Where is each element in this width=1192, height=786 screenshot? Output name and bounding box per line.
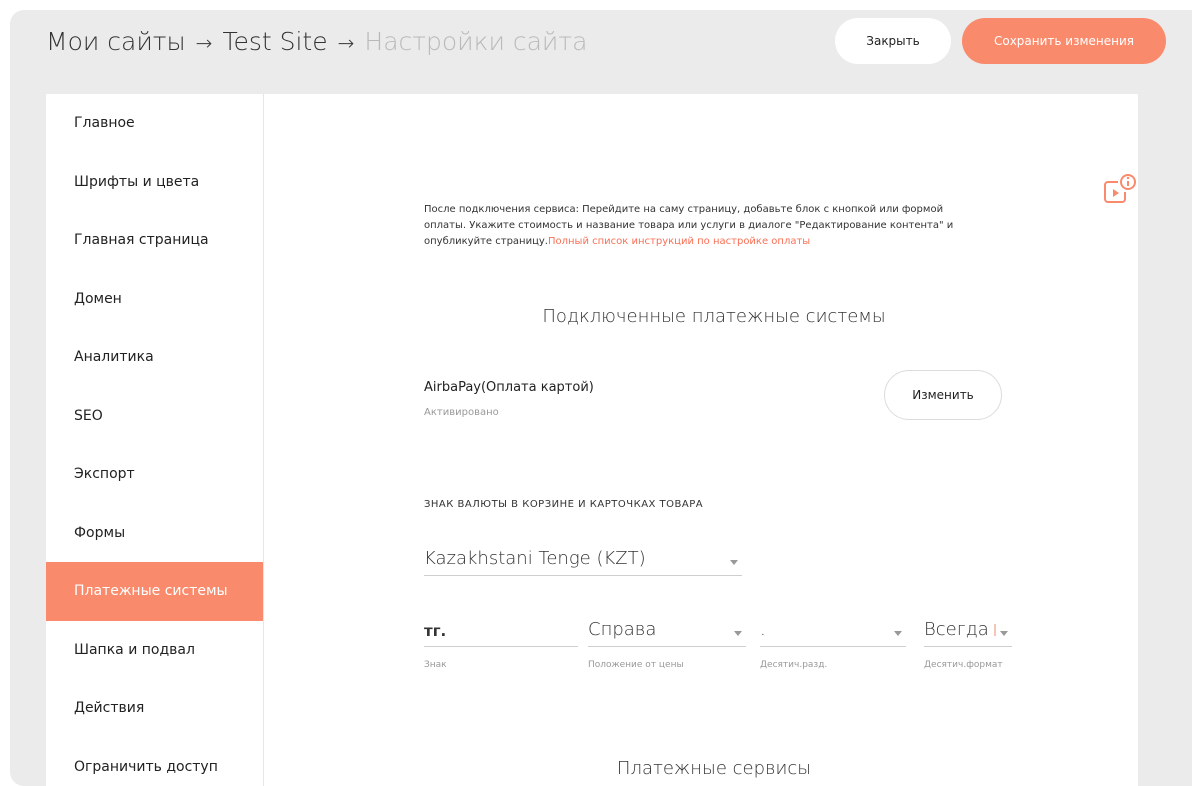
- edit-payment-button[interactable]: Изменить: [884, 370, 1002, 420]
- currency-section-label: ЗНАК ВАЛЮТЫ В КОРЗИНЕ И КАРТОЧКАХ ТОВАРА: [424, 499, 704, 510]
- video-info-icon[interactable]: [1102, 172, 1138, 208]
- sidebar-item-header-footer[interactable]: Шапка и подвал: [46, 621, 263, 680]
- breadcrumb-site[interactable]: Test Site: [222, 27, 327, 56]
- sidebar-item-home-page[interactable]: Главная страница: [46, 211, 263, 270]
- payment-system-status: Активировано: [424, 407, 499, 418]
- sidebar-item-forms[interactable]: Формы: [46, 504, 263, 563]
- save-changes-button[interactable]: Сохранить изменения: [962, 18, 1166, 64]
- breadcrumb-arrow-icon: →: [195, 31, 213, 55]
- chevron-down-icon: [894, 631, 902, 636]
- decimal-separator-label: Десятич.разд.: [760, 660, 828, 670]
- sidebar-item-actions[interactable]: Действия: [46, 679, 263, 738]
- breadcrumb: Мои сайты → Test Site → Настройки сайта: [46, 24, 587, 61]
- sidebar-item-export[interactable]: Экспорт: [46, 445, 263, 504]
- chevron-down-icon: [734, 631, 742, 636]
- currency-select-value: Kazakhstani Tenge (KZT): [424, 548, 646, 569]
- breadcrumb-arrow-icon: →: [337, 31, 355, 55]
- app-frame: Мои сайты → Test Site → Настройки сайта Закр…: [10, 10, 1192, 786]
- decimal-separator-value: .: [760, 619, 766, 640]
- currency-sign-input[interactable]: тг.: [424, 613, 578, 647]
- decimal-separator-select[interactable]: .: [760, 613, 906, 647]
- currency-sign-value: тг.: [424, 622, 447, 640]
- payment-settings-panel: После подключения сервиса: Перейдите на …: [264, 94, 1138, 786]
- intro-text: После подключения сервиса: Перейдите на …: [424, 202, 984, 250]
- breadcrumb-current: Настройки сайта: [364, 27, 588, 56]
- sidebar-item-payment-systems[interactable]: Платежные системы: [46, 562, 263, 621]
- decimal-format-value: Всегда: [924, 619, 989, 640]
- close-button[interactable]: Закрыть: [835, 18, 951, 64]
- breadcrumb-my-sites[interactable]: Мои сайты: [46, 27, 186, 56]
- sidebar-item-domain[interactable]: Домен: [46, 270, 263, 329]
- sidebar-item-restrict-access[interactable]: Ограничить доступ: [46, 738, 263, 786]
- payment-system-name: AirbaPay(Оплата картой): [424, 380, 594, 395]
- chevron-down-icon: [730, 560, 738, 565]
- payment-services-title: Платежные сервисы: [616, 758, 812, 779]
- sidebar-item-analytics[interactable]: Аналитика: [46, 328, 263, 387]
- sidebar-item-main[interactable]: Главное: [46, 94, 263, 153]
- chevron-down-icon: [1000, 631, 1008, 636]
- currency-select[interactable]: Kazakhstani Tenge (KZT): [424, 542, 742, 576]
- price-position-select[interactable]: Справа: [588, 613, 746, 647]
- settings-sidebar: Главное Шрифты и цвета Главная страница …: [46, 94, 264, 786]
- decimal-format-label: Десятич.формат: [924, 660, 1003, 670]
- connected-systems-title: Подключенные платежные системы: [542, 306, 886, 327]
- sidebar-item-seo[interactable]: SEO: [46, 387, 263, 446]
- price-position-label: Положение от цены: [588, 660, 684, 670]
- instructions-link[interactable]: Полный список инструкций по настройке оп…: [548, 236, 810, 247]
- sidebar-item-fonts-colors[interactable]: Шрифты и цвета: [46, 153, 263, 212]
- text-caret: [994, 624, 996, 636]
- currency-sign-label: Знак: [424, 660, 447, 670]
- decimal-format-select[interactable]: Всегда: [924, 613, 1012, 647]
- header: Мои сайты → Test Site → Настройки сайта Закр…: [10, 10, 1192, 94]
- price-position-value: Справа: [588, 619, 657, 640]
